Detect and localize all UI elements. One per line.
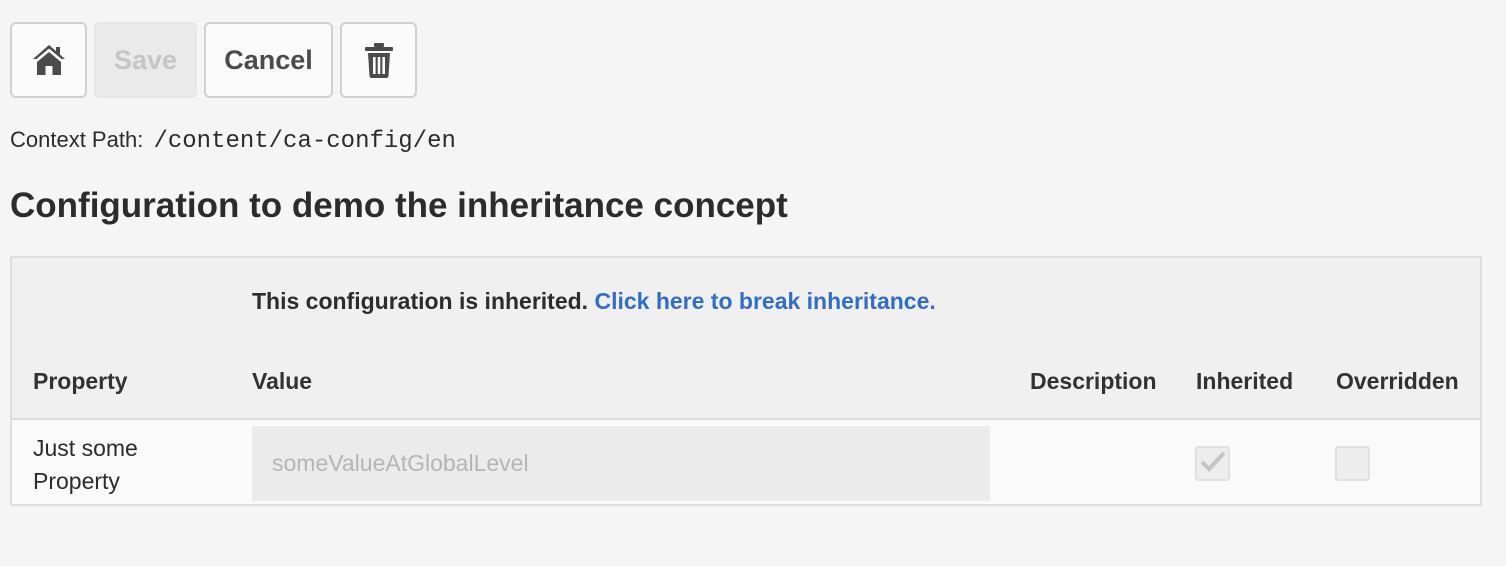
column-header-value: Value	[252, 368, 313, 394]
overridden-checkbox[interactable]	[1335, 446, 1370, 481]
context-path: Context Path: /content/ca-config/en	[10, 127, 456, 155]
cancel-button[interactable]: Cancel	[204, 22, 333, 98]
home-button[interactable]	[10, 22, 87, 98]
inheritance-notice: This configuration is inherited. Click h…	[252, 288, 936, 315]
column-header-inherited: Inherited	[1196, 368, 1294, 394]
trash-icon	[362, 41, 396, 79]
save-button[interactable]: Save	[94, 22, 197, 98]
column-header-property: Property	[33, 368, 128, 394]
checkmark-icon	[1200, 450, 1226, 477]
toolbar: Save Cancel	[10, 22, 417, 98]
inherited-checkbox[interactable]	[1195, 446, 1230, 481]
context-path-label: Context Path:	[10, 127, 144, 152]
home-icon	[30, 41, 68, 79]
column-header-description: Description	[1030, 368, 1157, 394]
page: Save Cancel Context Path: /content/ca-co…	[0, 0, 1506, 566]
column-header-overridden: Overridden	[1336, 368, 1459, 394]
table-row: Just some Property	[12, 420, 1480, 506]
inheritance-notice-text: This configuration is inherited.	[252, 288, 589, 314]
page-title: Configuration to demo the inheritance co…	[10, 186, 788, 225]
context-path-value: /content/ca-config/en	[153, 128, 456, 155]
property-name: Just some Property	[33, 435, 138, 494]
delete-button[interactable]	[340, 22, 417, 98]
property-value-input[interactable]	[252, 426, 990, 501]
config-table: This configuration is inherited. Click h…	[10, 256, 1482, 506]
table-header: This configuration is inherited. Click h…	[12, 258, 1480, 420]
break-inheritance-link[interactable]: Click here to break inheritance.	[594, 288, 935, 314]
